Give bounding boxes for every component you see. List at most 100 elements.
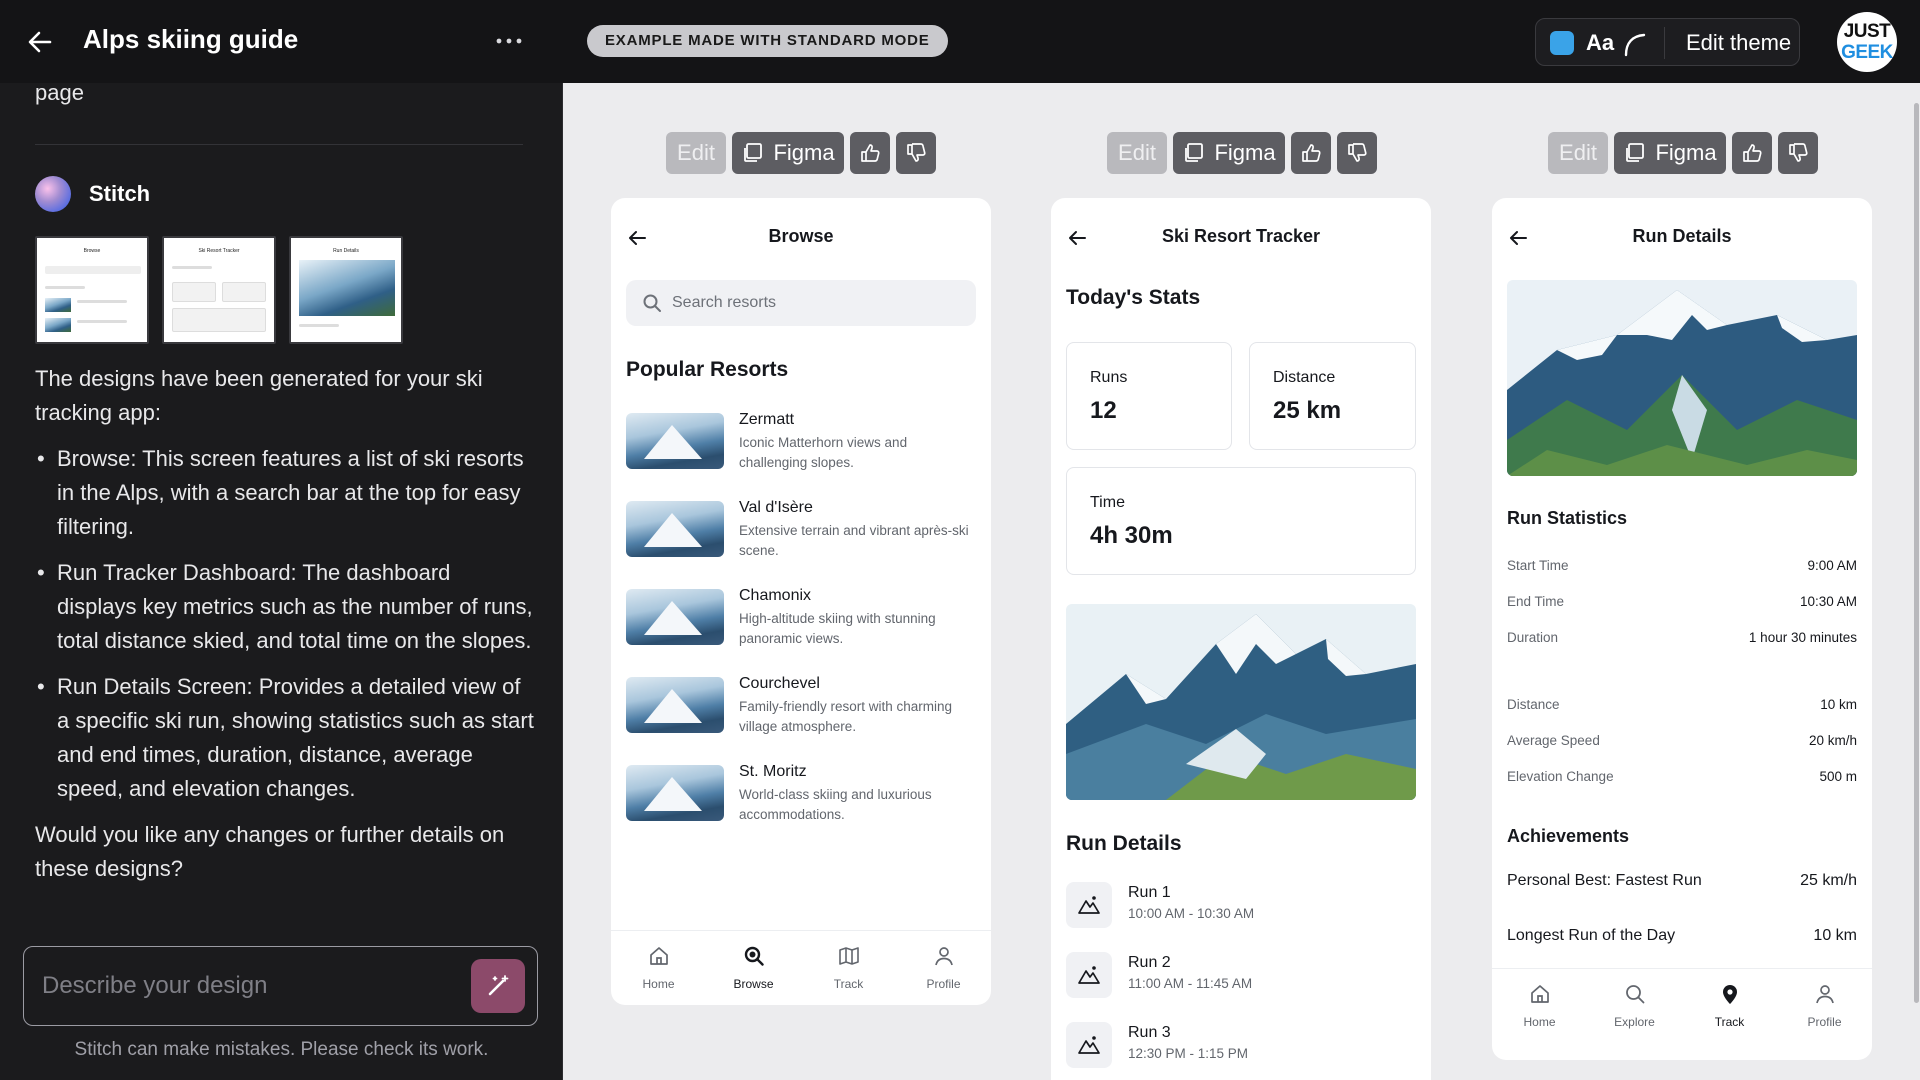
design-canvas: Edit Figma Edit Figma Edit Figma Browse … [563,83,1920,1080]
search-icon [744,946,764,966]
thumbs-up-button[interactable] [1291,132,1331,174]
mountain-icon [1078,1036,1100,1054]
theme-font-button[interactable]: Aa [1586,30,1614,56]
section-heading: Run Details [1066,832,1182,855]
nav-home[interactable]: Home [1492,969,1587,1060]
nav-track[interactable]: Track [1682,969,1777,1060]
stat-key: Average Speed [1507,733,1600,748]
thumbnail-image [299,260,395,316]
stat-row: Duration 1 hour 30 minutes [1507,630,1857,650]
nav-profile[interactable]: Profile [896,931,991,1005]
magic-wand-icon [488,975,509,996]
stat-value: 10:30 AM [1799,594,1857,609]
thumbs-down-button[interactable] [896,132,936,174]
divider [1664,27,1665,59]
user-avatar[interactable]: JUST GEEK [1837,12,1897,72]
location-pin-icon [1722,985,1737,1004]
run-name: Run 3 [1128,1024,1171,1041]
resort-image [626,677,724,733]
thumbs-down-button[interactable] [1337,132,1377,174]
achievement-row: Personal Best: Fastest Run 25 km/h [1507,872,1857,894]
avatar-logo-text: GEEK [1841,42,1893,63]
thumbs-up-button[interactable] [850,132,890,174]
nav-profile[interactable]: Profile [1777,969,1872,1060]
resort-description: Iconic Matterhorn views and challenging … [739,435,908,470]
resort-item[interactable]: Chamonix High-altitude skiing with stunn… [626,587,976,651]
thumbs-up-button[interactable] [1732,132,1772,174]
screen-title: Run Details [1632,226,1732,246]
achievement-value: 10 km [1813,927,1857,944]
thumbnail-title: Ski Resort Tracker [198,248,240,254]
figma-label: Figma [1214,140,1276,165]
run-item[interactable]: Run 3 12:30 PM - 1:15 PM [1066,1018,1416,1074]
search-input[interactable] [672,290,962,316]
thumbnail-tracker[interactable]: Ski Resort Tracker [162,236,276,344]
nav-label: Track [1714,1015,1745,1029]
figma-button[interactable]: Figma [732,132,844,174]
thumbnail-run-details[interactable]: Run Details [289,236,403,344]
bottom-nav: Home Explore Track Profile [1492,968,1872,1060]
stat-value: 25 km [1273,397,1342,424]
run-item[interactable]: Run 1 10:00 AM - 10:30 AM [1066,878,1416,934]
scrollbar-thumb[interactable] [1914,103,1919,1003]
thumbnail-image [45,298,71,312]
nav-track[interactable]: Track [801,931,896,1005]
figma-button[interactable]: Figma [1614,132,1726,174]
edit-theme-button[interactable]: Edit theme [1686,30,1791,56]
prompt-box [23,946,538,1026]
nav-label: Profile [1807,1015,1842,1029]
thumbs-down-icon [907,143,926,162]
stat-key: Start Time [1507,558,1569,573]
stat-row: Elevation Change 500 m [1507,769,1857,789]
stat-value: 4h 30m [1090,522,1173,549]
edit-button[interactable]: Edit [1107,132,1167,174]
thumbnail-line [77,300,127,303]
figma-button[interactable]: Figma [1173,132,1285,174]
canvas-scrollbar[interactable] [1912,83,1920,1080]
scrolled-text: page [35,80,84,105]
generate-button[interactable] [471,959,525,1013]
stat-key: Elevation Change [1507,769,1614,784]
stat-value: 9:00 AM [1807,558,1857,573]
stat-value: 1 hour 30 minutes [1748,630,1857,645]
project-title: Alps skiing guide [83,24,299,54]
disclaimer: Stitch can make mistakes. Please check i… [74,1039,489,1060]
copy-icon [744,143,763,162]
nav-home[interactable]: Home [611,931,706,1005]
chat-header: Alps skiing guide [0,0,563,83]
edit-button[interactable]: Edit [666,132,726,174]
run-item[interactable]: Run 2 11:00 AM - 11:45 AM [1066,948,1416,1004]
thumbnail-search [45,266,141,274]
more-options-icon[interactable] [492,26,526,56]
resort-item[interactable]: Val d'Isère Extensive terrain and vibran… [626,499,976,563]
thumbs-up-icon [1302,144,1321,162]
edit-button[interactable]: Edit [1548,132,1608,174]
nav-explore[interactable]: Explore [1587,969,1682,1060]
screen-header: Browse [611,198,991,276]
thumbnail-line [45,286,85,289]
resort-item[interactable]: Courchevel Family-friendly resort with c… [626,675,976,739]
profile-icon [1815,985,1834,1004]
run-time: 10:00 AM - 10:30 AM [1128,906,1255,921]
resort-item[interactable]: Zermatt Iconic Matterhorn views and chal… [626,411,976,475]
stat-label: Distance [1273,369,1336,386]
achievement-name: Personal Best: Fastest Run [1507,872,1702,889]
message-bullets: Browse: This screen features a list of s… [35,442,535,806]
nav-label: Home [1523,1015,1556,1029]
nav-browse[interactable]: Browse [706,931,801,1005]
mountain-image [1066,604,1416,800]
resort-image [626,413,724,469]
search-bar [626,280,976,326]
thumbnail-line [77,320,127,323]
thumbnail-browse[interactable]: Browse [35,236,149,344]
thumbs-down-button[interactable] [1778,132,1818,174]
section-heading: Achievements [1507,826,1630,846]
resort-item[interactable]: St. Moritz World-class skiing and luxuri… [626,763,976,827]
corner-radius-icon[interactable] [1622,31,1648,57]
theme-color-swatch[interactable] [1550,31,1574,55]
tracker-screen: Ski Resort Tracker Today's Stats Runs 12… [1051,198,1431,1080]
stat-value: 10 km [1820,697,1857,712]
back-arrow-icon[interactable] [24,26,56,58]
copy-icon [1626,143,1645,162]
design-prompt-input[interactable] [42,967,462,1005]
